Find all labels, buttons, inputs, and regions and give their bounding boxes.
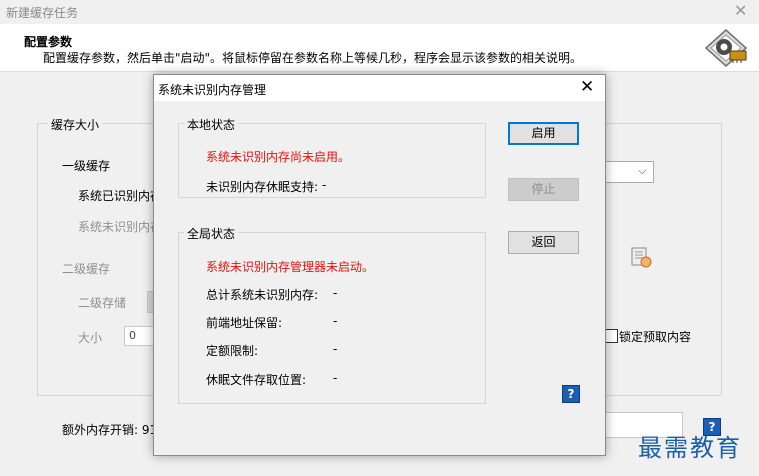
quota-limit-label: 定额限制: bbox=[206, 344, 259, 358]
local-status-text: 系统未识别内存尚未启用。 bbox=[206, 150, 351, 164]
l2-cache-label: 二级缓存 bbox=[62, 262, 111, 276]
size-label: 大小 bbox=[78, 331, 103, 345]
back-button[interactable]: 返回 bbox=[508, 231, 579, 254]
hibernation-file-location-label: 休眠文件存取位置: bbox=[206, 373, 307, 387]
chevron-down-icon: ⌵ bbox=[638, 164, 647, 177]
settings-chip-icon bbox=[704, 28, 750, 68]
window-title: 新建缓存任务 bbox=[6, 6, 79, 20]
recognized-memory-label: 系统已识别内存 bbox=[78, 189, 163, 203]
cache-size-legend: 缓存大小 bbox=[48, 116, 103, 133]
enable-button[interactable]: 启用 bbox=[508, 122, 579, 145]
l1-cache-label: 一级缓存 bbox=[62, 159, 111, 173]
lock-prefetch-checkbox[interactable] bbox=[604, 329, 618, 343]
front-address-reserve-label: 前端地址保留: bbox=[206, 316, 283, 330]
quota-limit-value: - bbox=[333, 342, 338, 356]
stop-button[interactable]: 停止 bbox=[508, 178, 579, 201]
lock-prefetch-label: 锁定预取内容 bbox=[619, 330, 692, 344]
global-status-text: 系统未识别内存管理器未启动。 bbox=[206, 260, 375, 274]
unrecognized-memory-dialog: 系统未识别内存管理 ✕ 本地状态 系统未识别内存尚未启用。 未识别内存休眠支持:… bbox=[153, 74, 606, 456]
total-unrecognized-memory-label: 总计系统未识别内存: bbox=[206, 288, 319, 302]
front-address-reserve-value: - bbox=[333, 314, 338, 328]
dialog-close-button[interactable]: ✕ bbox=[580, 77, 594, 97]
local-status-legend: 本地状态 bbox=[184, 116, 239, 133]
hibernation-file-location-value: - bbox=[333, 371, 338, 385]
page-description: 配置缓存参数，然后单击"启动"。将鼠标停留在参数名称上等候几秒，程序会显示该参数… bbox=[43, 51, 583, 65]
hibernation-support-value: - bbox=[322, 178, 327, 192]
extra-memory-overhead: 额外内存开销: 91. bbox=[62, 423, 161, 437]
window-close-button[interactable]: ✕ bbox=[734, 1, 747, 20]
global-status-legend: 全局状态 bbox=[184, 225, 239, 242]
unrecognized-memory-label: 系统未识别内存 bbox=[78, 220, 163, 234]
dialog-title: 系统未识别内存管理 bbox=[158, 83, 267, 97]
cache-file-icon[interactable] bbox=[630, 247, 654, 269]
page-title: 配置参数 bbox=[24, 35, 73, 49]
help-icon[interactable]: ? bbox=[562, 385, 580, 403]
watermark-text: 最需教育 bbox=[638, 434, 742, 462]
l2-storage-label: 二级存储 bbox=[78, 296, 127, 310]
total-unrecognized-memory-value: - bbox=[333, 286, 338, 300]
hibernation-support-label: 未识别内存休眠支持: bbox=[206, 180, 319, 194]
